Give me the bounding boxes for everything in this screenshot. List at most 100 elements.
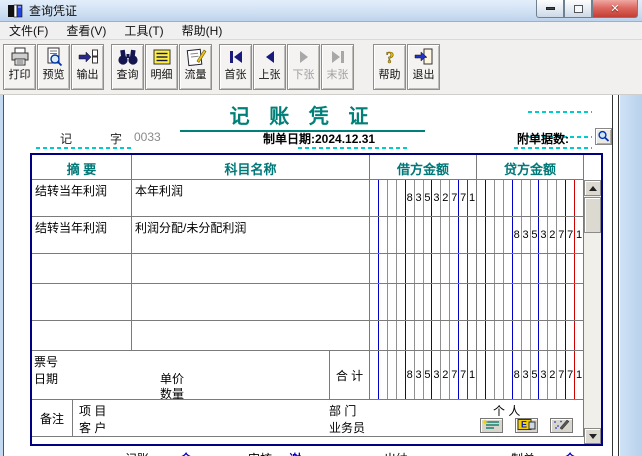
ledger-digit-cell [388, 321, 397, 350]
scroll-down-button[interactable] [584, 428, 601, 444]
footer-date: 日期 [34, 372, 59, 386]
ledger-digit-cell: 8 [406, 351, 415, 399]
ledger-digit-cell [432, 284, 442, 320]
ledger-digit-cell: 1 [469, 192, 476, 204]
toolbar-button-打印[interactable]: 打印 [3, 44, 36, 90]
signature-strip: 记账 金 审核 谢 出纳 制单 金 [30, 450, 603, 456]
amount-ledger-cell [477, 254, 584, 284]
attach-count-dash-line [514, 147, 592, 149]
attachment-lookup-button[interactable] [595, 128, 612, 145]
voucher-date: 制单日期:2024.12.31 [263, 132, 376, 146]
toolbar-button-帮助[interactable]: ? 帮助 [373, 44, 406, 90]
ledger-digit-cell [495, 351, 504, 399]
ledger-digit-cell [406, 254, 415, 283]
window-controls: ✕ [536, 0, 638, 18]
ledger-digit-cell [539, 284, 549, 320]
remarks-label-cell: 备注 [32, 400, 73, 437]
ledger-digit-cell: 3 [415, 351, 424, 399]
attach-count-label: 附单据数: [517, 132, 569, 146]
ledger-digit-cell [486, 321, 495, 350]
email-button[interactable]: E [515, 418, 538, 433]
row-account: 利润分配/未分配利润 [132, 217, 370, 254]
row-summary [32, 254, 132, 284]
ledger-digit-cell [522, 180, 531, 216]
ledger-digit-cell [575, 254, 583, 283]
ledger-digit-cell: 5 [424, 351, 433, 399]
total-label-cell: 合 计 [330, 351, 370, 400]
ledger-digit-cell: 5 [531, 217, 540, 253]
ledger-digit-cell [397, 351, 406, 399]
last-record-icon [329, 45, 347, 69]
close-button[interactable]: ✕ [592, 0, 638, 18]
scrollbar-spacer [584, 155, 601, 180]
ledger-digit-cell [513, 284, 522, 320]
ledger-digit-cell [513, 321, 522, 350]
signature-name-3: 金 [564, 450, 576, 456]
toolbar-button-流量[interactable]: 流量 [179, 44, 212, 90]
footer-ticket: 票号 [34, 355, 59, 369]
ledger-digit-cell [459, 217, 469, 253]
ledger-digit-cell [495, 254, 504, 283]
ledger-digit-cell [477, 321, 486, 350]
ledger-digit-cell [566, 321, 576, 350]
ledger-digit-cell [424, 284, 433, 320]
ledger-digit-cell [548, 321, 558, 350]
voucher-scrollbar[interactable] [584, 180, 601, 444]
ledger-digit-cell [406, 217, 415, 253]
email-icon: E [517, 418, 536, 433]
toolbar-button-查询[interactable]: 查询 [111, 44, 144, 90]
amount-ledger-cell [477, 180, 584, 217]
ledger-digit-cell [424, 254, 433, 283]
ledger-digit-cell: 3 [522, 351, 531, 399]
wand-button[interactable] [550, 418, 573, 433]
page-edge-right-outer [618, 95, 619, 456]
ledger-digit-cell: 2 [548, 217, 558, 253]
menu-item-2[interactable]: 工具(T) [115, 21, 172, 40]
ledger-digit-cell [522, 321, 531, 350]
minimize-icon [545, 7, 555, 10]
remarks-person: 个 人 [493, 404, 521, 418]
ledger-digit-cell: 8 [513, 217, 522, 253]
toolbar-button-预览[interactable]: 预览 [37, 44, 70, 90]
menu-item-1[interactable]: 查看(V) [57, 21, 115, 40]
toolbar-button-输出[interactable]: 输出 [71, 44, 104, 90]
amount-ledger-cell [370, 217, 477, 254]
ledger-digit-cell: 7 [566, 217, 576, 253]
minimize-button[interactable] [536, 0, 564, 18]
ledger-digit-cell [379, 351, 388, 399]
ledger-digit-cell: 2 [441, 180, 451, 216]
ledger-digit-cell: 3 [522, 217, 531, 253]
menu-item-3[interactable]: 帮助(H) [173, 21, 232, 40]
toolbar-button-label: 首张 [224, 69, 247, 81]
ledger-digit-cell [557, 284, 567, 320]
ledger-digit-cell [504, 351, 513, 399]
toolbar: 打印 预览 输出 查询 明细 流量 首张 上张 下张 末张? 帮助 退出 [0, 40, 642, 95]
ledger-digit-cell [397, 284, 406, 320]
ledger-digit-cell [379, 284, 388, 320]
ledger-digit-cell: 7 [566, 351, 576, 399]
scroll-up-button[interactable] [584, 180, 601, 196]
menubar: 文件(F) 查看(V) 工具(T) 帮助(H) [0, 22, 642, 40]
toolbar-button-上张[interactable]: 上张 [253, 44, 286, 90]
notes-sparkle-button[interactable] [480, 418, 503, 433]
ledger-digit-cell [450, 321, 460, 350]
amount-ledger-cell: 83532771 [477, 217, 584, 254]
voucher-word-label-2: 字 [110, 132, 123, 146]
ledger-digit-cell [566, 254, 576, 283]
toolbar-button-明细[interactable]: 明细 [145, 44, 178, 90]
magnifier-icon [598, 130, 610, 142]
ledger-digit-cell [522, 254, 531, 283]
ledger-digit-cell [370, 351, 379, 399]
row-summary: 结转当年利润 [32, 180, 132, 217]
ledger-digit-cell [406, 321, 415, 350]
app-window: 查询凭证 ✕ 文件(F) 查看(V) 工具(T) 帮助(H) 打印 预览 输出 查询 明细 流量… [0, 0, 642, 456]
toolbar-button-首张[interactable]: 首张 [219, 44, 252, 90]
menu-item-0[interactable]: 文件(F) [0, 21, 57, 40]
maximize-button[interactable] [564, 0, 592, 18]
toolbar-button-退出[interactable]: 退出 [407, 44, 440, 90]
scrollbar-thumb[interactable] [584, 197, 601, 233]
svg-text:?: ? [385, 48, 394, 67]
amount-ledger-cell: 83532771 [477, 351, 584, 400]
toolbar-button-末张: 末张 [321, 44, 354, 90]
ledger-digit-cell [539, 254, 549, 283]
